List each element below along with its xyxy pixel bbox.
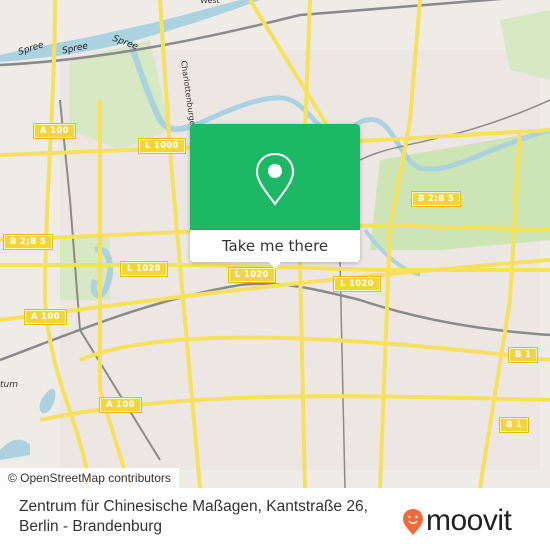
street-label: tum — [0, 380, 18, 390]
road-shield-l1020: L 1020 — [120, 261, 168, 277]
take-me-there-button[interactable]: Take me there — [190, 230, 360, 262]
footer: Zentrum für Chinesische Maßagen, Kantstr… — [0, 488, 550, 550]
map-view[interactable]: A 100 L 1000 B 2;B 5 B 2;B 5 L 1020 L 10… — [0, 0, 550, 488]
road-shield-a100: A 100 — [33, 123, 76, 139]
road-shield-b1: B 1 — [507, 347, 539, 363]
popup-pointer — [269, 262, 281, 269]
location-pin-icon — [255, 152, 295, 206]
street-label: West — [200, 0, 220, 5]
road-shield-b1: B 1 — [498, 417, 530, 433]
road-shield-a100: A 100 — [24, 309, 67, 325]
road-shield-l1020: L 1020 — [228, 267, 276, 283]
road-shield-a100: A 100 — [99, 397, 142, 413]
road-shield-b2-b5: B 2;B 5 — [2, 234, 54, 250]
address: Zentrum für Chinesische Maßagen, Kantstr… — [19, 497, 399, 537]
address-line-2: Berlin - Brandenburg — [19, 518, 163, 535]
address-line-1: Zentrum für Chinesische Maßagen, Kantstr… — [19, 498, 368, 515]
popup-header[interactable] — [190, 124, 360, 230]
moovit-wordmark: moovit — [426, 504, 512, 537]
road-shield-b2-b5: B 2;B 5 — [410, 191, 462, 207]
road-shield-l1000: L 1000 — [138, 138, 186, 154]
osm-attribution[interactable]: © OpenStreetMap contributors — [0, 468, 179, 488]
destination-popup[interactable]: Take me there — [190, 124, 360, 269]
moovit-pin-icon — [403, 509, 423, 535]
road-shield-l1020: L 1020 — [333, 276, 381, 292]
